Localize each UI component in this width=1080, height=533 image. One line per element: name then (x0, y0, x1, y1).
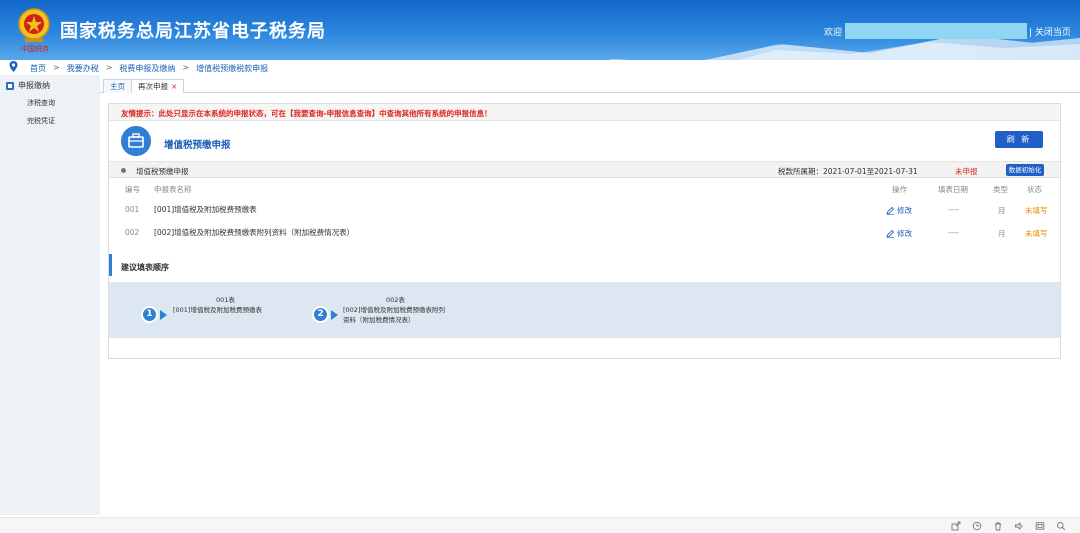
breadcrumb-current[interactable]: 增值税预缴税款申报 (196, 63, 268, 74)
row-2-edit-label: 修改 (897, 229, 912, 238)
col-header-name: 申报表名称 (154, 185, 192, 194)
window-icon[interactable] (1035, 521, 1045, 531)
step-1-name[interactable]: [001]增值税及附加税费预缴表 (173, 305, 262, 315)
site-title: 国家税务总局江苏省电子税务局 (60, 21, 326, 42)
row-1-type: 月 (998, 206, 1006, 215)
section-name: 增值税预缴申报 (136, 167, 189, 176)
row-2-status: 未填写 (1025, 229, 1048, 238)
logo-text: 中国税务 (21, 45, 49, 53)
breadcrumb-home[interactable]: 首页 (30, 63, 46, 74)
col-header-status: 状态 (1027, 185, 1042, 194)
tax-period: 税款所属期：2021-07-01至2021-07-31 (778, 167, 918, 176)
tax-emblem-icon (18, 8, 50, 42)
row-1-name: [001]增值税及附加税费预缴表 (154, 205, 257, 214)
breadcrumb-separator: > (182, 63, 190, 72)
search-icon[interactable] (1056, 521, 1066, 531)
breadcrumb: 首页 > 我要办税 > 税费申报及缴纳 > 增值税预缴税款申报 (0, 60, 1080, 75)
row-1-date: ---- (948, 205, 959, 214)
row-1-status: 未填写 (1025, 206, 1048, 215)
row-1-edit-label: 修改 (897, 206, 912, 215)
sidebar-item-tax-query[interactable]: 涉税查询 (27, 98, 55, 108)
close-page-link[interactable]: | 关闭当页 (1029, 25, 1071, 38)
refresh-button[interactable]: 刷 新 (995, 131, 1043, 148)
sidebar: 申报缴纳 涉税查询 完税凭证 (0, 75, 100, 515)
data-init-button[interactable]: 数据初始化 (1006, 164, 1044, 176)
tab-close-icon[interactable]: × (171, 82, 177, 91)
breadcrumb-tax-services[interactable]: 我要办税 (67, 63, 99, 74)
suggest-title: 建议填表顺序 (121, 263, 169, 272)
site-header: 中国税务 国家税务总局江苏省电子税务局 欢迎 | 关闭当页 (0, 0, 1080, 60)
notice-text: 友情提示：此处只显示在本系统的申报状态，可在【我要查询-申报信息查询】中查询其他… (121, 109, 492, 118)
edit-icon (886, 206, 895, 215)
step-1-badge: 1 (141, 306, 158, 323)
tab-home[interactable]: 主页 (103, 79, 132, 93)
browser-status-bar (0, 517, 1080, 533)
step-2-name-line2: 资料（附加税费情况表） (343, 316, 415, 324)
declaration-status: 未申报 (955, 167, 978, 176)
row-2-name: [002]增值税及附加税费预缴表附列资料（附加税费情况表） (154, 228, 355, 237)
edit-icon (886, 229, 895, 238)
row-2-date: ---- (948, 228, 959, 237)
history-icon[interactable] (972, 521, 982, 531)
step-1-code: 001表 (216, 296, 235, 304)
menu-icon (6, 81, 14, 90)
row-1-edit-link[interactable]: 修改 (886, 205, 912, 216)
row-2-edit-link[interactable]: 修改 (886, 228, 912, 239)
declaration-panel: 友情提示：此处只显示在本系统的申报状态，可在【我要查询-申报信息查询】中查询其他… (108, 103, 1061, 359)
col-header-no: 编号 (125, 185, 140, 194)
breadcrumb-declaration[interactable]: 税费申报及缴纳 (119, 63, 175, 74)
tab-redeclare-label: 再次申报 (138, 82, 168, 91)
row-1-no: 001 (125, 205, 140, 214)
suggest-accent-bar (109, 254, 112, 276)
notice-bar: 友情提示：此处只显示在本系统的申报状态，可在【我要查询-申报信息查询】中查询其他… (109, 104, 1060, 121)
declaration-title: 增值税预缴申报 (164, 140, 231, 151)
welcome-label: 欢迎 (824, 28, 843, 38)
tab-bar: 主页 再次申报 × (100, 77, 1080, 93)
fill-order-steps: 1 001表 [001]增值税及附加税费预缴表 2 002表 [002]增值税及… (109, 282, 1060, 338)
delete-icon[interactable] (993, 521, 1003, 531)
share-icon[interactable] (951, 521, 961, 531)
step-arrow-icon (331, 310, 338, 320)
sidebar-header[interactable]: 申报缴纳 (6, 80, 50, 91)
row-2-no: 002 (125, 228, 140, 237)
briefcase-icon (121, 126, 151, 156)
volume-icon[interactable] (1014, 521, 1024, 531)
col-header-date: 填表日期 (938, 185, 968, 194)
col-header-op: 操作 (892, 185, 907, 194)
tab-redeclare[interactable]: 再次申报 × (131, 79, 185, 93)
bullet-icon (121, 168, 126, 173)
section-header: 增值税预缴申报 税款所属期：2021-07-01至2021-07-31 未申报 … (109, 161, 1060, 178)
sidebar-item-tax-certificate[interactable]: 完税凭证 (27, 116, 55, 126)
step-arrow-icon (160, 310, 167, 320)
location-pin-icon (9, 61, 18, 72)
breadcrumb-separator: > (105, 63, 113, 72)
step-2-name[interactable]: [002]增值税及附加税费预缴表附列 (343, 305, 445, 315)
breadcrumb-separator: > (53, 63, 60, 72)
step-2-code: 002表 (386, 296, 405, 304)
step-2-badge: 2 (312, 306, 329, 323)
sidebar-header-label: 申报缴纳 (18, 81, 50, 90)
user-name-box (845, 23, 1027, 39)
col-header-type: 类型 (993, 185, 1008, 194)
row-2-type: 月 (998, 229, 1006, 238)
